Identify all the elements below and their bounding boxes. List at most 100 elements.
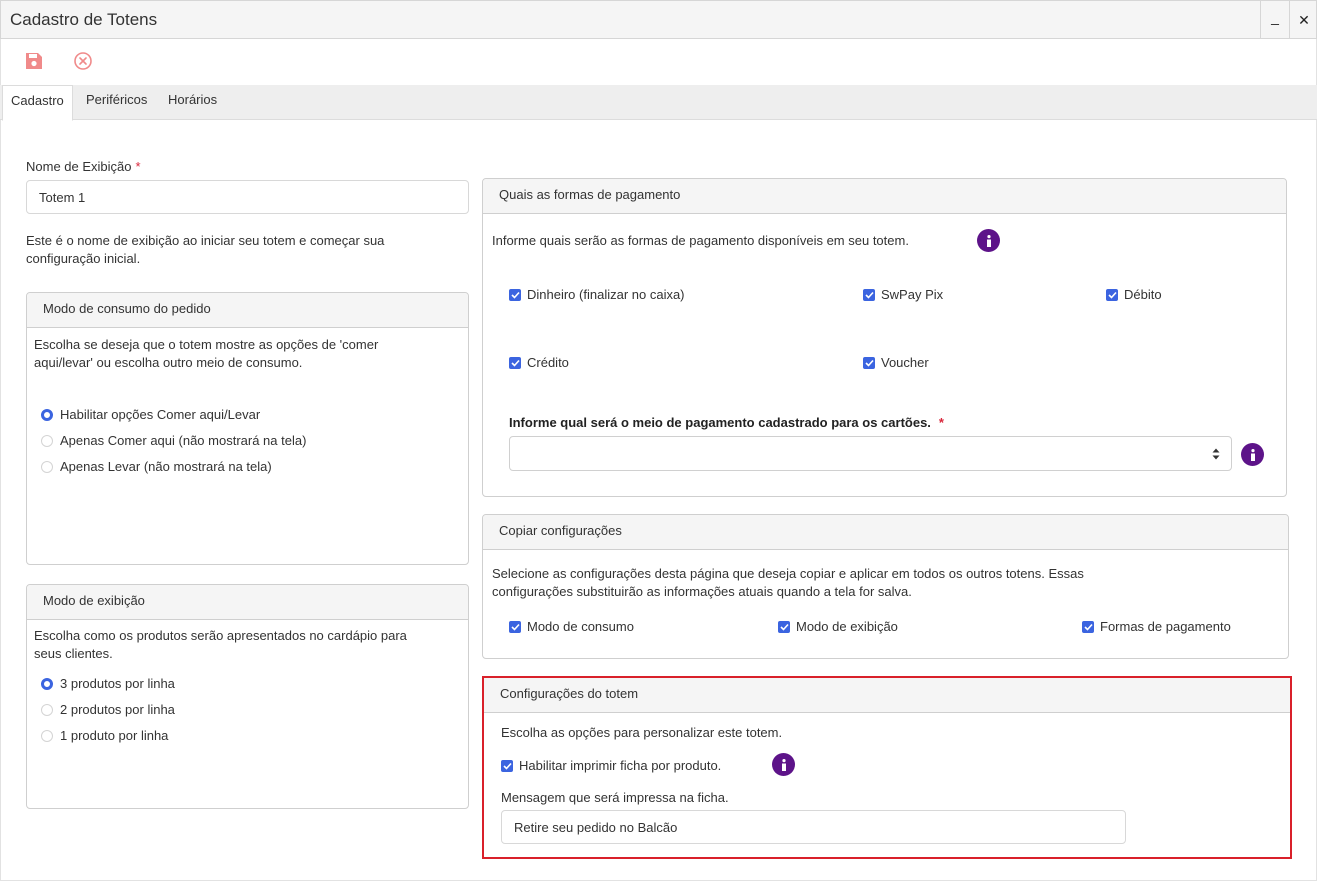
tab-content: Nome de Exibição * Totem 1 Este é o nome …: [0, 120, 1317, 881]
info-icon: [1250, 448, 1255, 461]
window-titlebar: Cadastro de Totens _ ✕: [0, 0, 1317, 39]
copiar-option-pagamento[interactable]: Formas de pagamento: [1082, 619, 1231, 634]
nome-exibicao-value: Totem 1: [39, 189, 86, 205]
pagamento-option-voucher[interactable]: Voucher: [863, 355, 929, 370]
pagamento-panel-title: Quais as formas de pagamento: [483, 179, 1286, 214]
pagamento-option-label: Crédito: [527, 355, 569, 370]
consumo-option-1[interactable]: Apenas Comer aqui (não mostrará na tela): [41, 433, 306, 448]
totem-desc: Escolha as opções para personalizar este…: [501, 725, 783, 740]
cancel-icon: [74, 52, 92, 70]
consumo-option-1-label: Apenas Comer aqui (não mostrará na tela): [60, 433, 307, 448]
copiar-option-exibicao[interactable]: Modo de exibição: [778, 619, 898, 634]
pagamento-option-credito[interactable]: Crédito: [509, 355, 569, 370]
consumo-panel-title: Modo de consumo do pedido: [27, 293, 468, 328]
checkbox-checked-icon: [509, 356, 521, 369]
imprimir-info-button[interactable]: [772, 753, 795, 776]
meio-pagamento-info-button[interactable]: [1241, 443, 1264, 466]
copiar-panel: Copiar configurações Selecione as config…: [482, 514, 1289, 659]
exibicao-option-2-label: 1 produto por linha: [60, 728, 169, 743]
nome-label: Nome de Exibição *: [26, 159, 141, 174]
consumo-desc: Escolha se deseja que o totem mostre as …: [34, 336, 378, 372]
radio-selected-icon: [41, 677, 53, 690]
tab-cadastro[interactable]: Cadastro: [2, 85, 73, 121]
meio-pagamento-label-text: Informe qual será o meio de pagamento ca…: [509, 415, 931, 430]
copiar-option-label: Modo de exibição: [796, 619, 898, 634]
save-icon: [26, 53, 42, 69]
exibicao-option-2[interactable]: 1 produto por linha: [41, 728, 168, 743]
consumo-option-2[interactable]: Apenas Levar (não mostrará na tela): [41, 459, 272, 474]
meio-pagamento-select[interactable]: [509, 436, 1232, 471]
pagamento-desc: Informe quais serão as formas de pagamen…: [492, 233, 909, 248]
exibicao-option-0[interactable]: 3 produtos por linha: [41, 676, 175, 691]
consumo-option-2-label: Apenas Levar (não mostrará na tela): [60, 459, 272, 474]
copiar-desc-line1: Selecione as configurações desta página …: [492, 566, 1084, 581]
nome-help: Este é o nome de exibição ao iniciar seu…: [26, 232, 384, 268]
consumo-panel: Modo de consumo do pedido Escolha se des…: [26, 292, 469, 565]
mensagem-input[interactable]: Retire seu pedido no Balcão: [501, 810, 1126, 844]
meio-pagamento-label: Informe qual será o meio de pagamento ca…: [509, 415, 944, 430]
radio-icon: [41, 460, 53, 473]
checkbox-checked-icon: [509, 288, 521, 301]
info-icon: [781, 758, 786, 771]
nome-exibicao-input[interactable]: Totem 1: [26, 180, 469, 214]
copiar-panel-title: Copiar configurações: [483, 515, 1288, 550]
checkbox-checked-icon: [1106, 288, 1118, 301]
exibicao-option-0-label: 3 produtos por linha: [60, 676, 175, 691]
checkbox-checked-icon: [863, 356, 875, 369]
consumo-option-0[interactable]: Habilitar opções Comer aqui/Levar: [41, 407, 260, 422]
minimize-button[interactable]: _: [1260, 1, 1289, 39]
exibicao-option-1-label: 2 produtos por linha: [60, 702, 175, 717]
exibicao-desc: Escolha como os produtos serão apresenta…: [34, 627, 407, 663]
nome-label-text: Nome de Exibição: [26, 159, 132, 174]
cancel-button[interactable]: [73, 51, 93, 71]
radio-icon: [41, 703, 53, 716]
radio-icon: [41, 434, 53, 447]
close-button[interactable]: ✕: [1289, 1, 1317, 39]
nome-help-line1: Este é o nome de exibição ao iniciar seu…: [26, 233, 385, 248]
imprimir-ficha-label: Habilitar imprimir ficha por produto.: [519, 758, 722, 773]
consumo-desc-line2: aqui/levar' ou escolha outro meio de con…: [34, 355, 303, 370]
required-mark: *: [938, 415, 944, 430]
pagamento-option-label: Débito: [1124, 287, 1162, 302]
tab-horarios[interactable]: Horários: [160, 85, 225, 120]
window-title: Cadastro de Totens: [10, 10, 158, 29]
exibicao-panel-title: Modo de exibição: [27, 585, 468, 620]
consumo-desc-line1: Escolha se deseja que o totem mostre as …: [34, 337, 379, 352]
close-icon: ✕: [1298, 11, 1310, 28]
pagamento-option-debito[interactable]: Débito: [1106, 287, 1162, 302]
pagamento-option-label: Dinheiro (finalizar no caixa): [527, 287, 685, 302]
copiar-desc-line2: configurações substituirão as informaçõe…: [492, 584, 912, 599]
pagamento-option-label: Voucher: [881, 355, 929, 370]
tab-perifericos[interactable]: Periféricos: [78, 85, 155, 120]
copiar-option-label: Formas de pagamento: [1100, 619, 1231, 634]
save-button[interactable]: [24, 51, 44, 71]
copiar-option-label: Modo de consumo: [527, 619, 634, 634]
required-mark: *: [135, 159, 141, 174]
pagamento-panel: Quais as formas de pagamento Informe qua…: [482, 178, 1287, 497]
radio-selected-icon: [41, 408, 53, 421]
radio-icon: [41, 729, 53, 742]
mensagem-label: Mensagem que será impressa na ficha.: [501, 790, 729, 805]
pagamento-option-swpay-pix[interactable]: SwPay Pix: [863, 287, 943, 302]
pagamento-option-label: SwPay Pix: [881, 287, 944, 302]
minimize-icon: _: [1271, 9, 1279, 25]
copiar-desc: Selecione as configurações desta página …: [492, 565, 1084, 601]
consumo-option-0-label: Habilitar opções Comer aqui/Levar: [60, 407, 261, 422]
exibicao-desc-line1: Escolha como os produtos serão apresenta…: [34, 628, 407, 643]
checkbox-checked-icon: [1082, 620, 1094, 633]
exibicao-option-1[interactable]: 2 produtos por linha: [41, 702, 175, 717]
pagamento-option-dinheiro[interactable]: Dinheiro (finalizar no caixa): [509, 287, 685, 302]
checkbox-checked-icon: [501, 759, 513, 772]
pagamento-info-button[interactable]: [977, 229, 1000, 252]
imprimir-ficha-checkbox[interactable]: Habilitar imprimir ficha por produto.: [501, 758, 721, 773]
copiar-option-consumo[interactable]: Modo de consumo: [509, 619, 634, 634]
nome-help-line2: configuração inicial.: [26, 251, 141, 266]
toolbar: [0, 39, 1317, 85]
checkbox-checked-icon: [509, 620, 521, 633]
totem-panel: Configurações do totem Escolha as opções…: [484, 678, 1290, 857]
exibicao-desc-line2: seus clientes.: [34, 646, 113, 661]
mensagem-value: Retire seu pedido no Balcão: [514, 819, 678, 835]
totem-panel-title: Configurações do totem: [484, 678, 1290, 713]
checkbox-checked-icon: [778, 620, 790, 633]
exibicao-panel: Modo de exibição Escolha como os produto…: [26, 584, 469, 809]
